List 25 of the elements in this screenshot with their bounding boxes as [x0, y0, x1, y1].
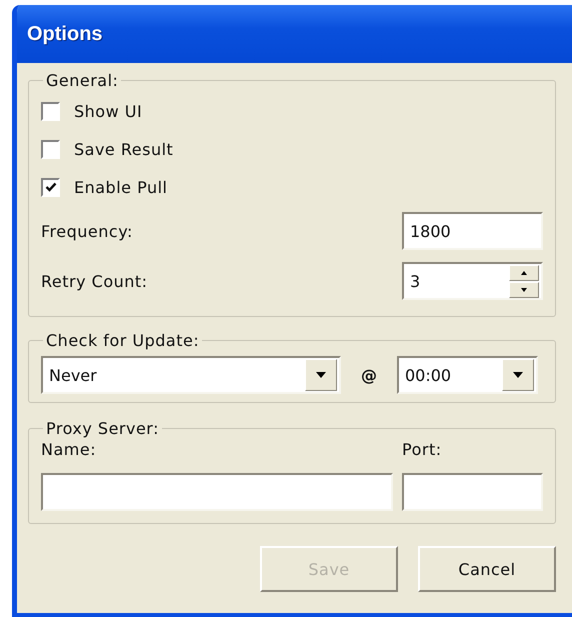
input-field[interactable] — [402, 473, 543, 511]
field-label: Name: — [41, 440, 98, 459]
check-icon — [44, 181, 56, 193]
window-title: Options — [27, 22, 103, 46]
checkbox-label: Show UI — [74, 102, 142, 120]
input-field[interactable] — [41, 473, 393, 511]
checkbox-label: Enable Pull — [74, 178, 168, 196]
checkbox-label: Save Result — [74, 140, 174, 158]
field-label: Frequency: — [41, 222, 133, 240]
group-label: General: — [45, 71, 120, 90]
spin-down-icon[interactable] — [509, 282, 539, 298]
checkbox[interactable] — [41, 140, 60, 158]
field-label: Port: — [402, 440, 443, 459]
dropdown[interactable]: Never — [41, 356, 341, 394]
input-field[interactable]: 1800 — [402, 212, 543, 250]
group-label: Check for Update: — [45, 331, 200, 350]
checkbox[interactable] — [41, 178, 60, 196]
spin-field[interactable]: 3 — [402, 262, 543, 300]
checkbox[interactable] — [41, 102, 60, 120]
group-label: Proxy Server: — [45, 419, 160, 438]
at-sign: @ — [360, 366, 378, 384]
spin-up-icon[interactable] — [509, 264, 539, 280]
button[interactable]: Cancel — [418, 546, 556, 592]
field-label: Retry Count: — [41, 272, 148, 290]
dropdown[interactable]: 00:00 — [397, 356, 538, 394]
